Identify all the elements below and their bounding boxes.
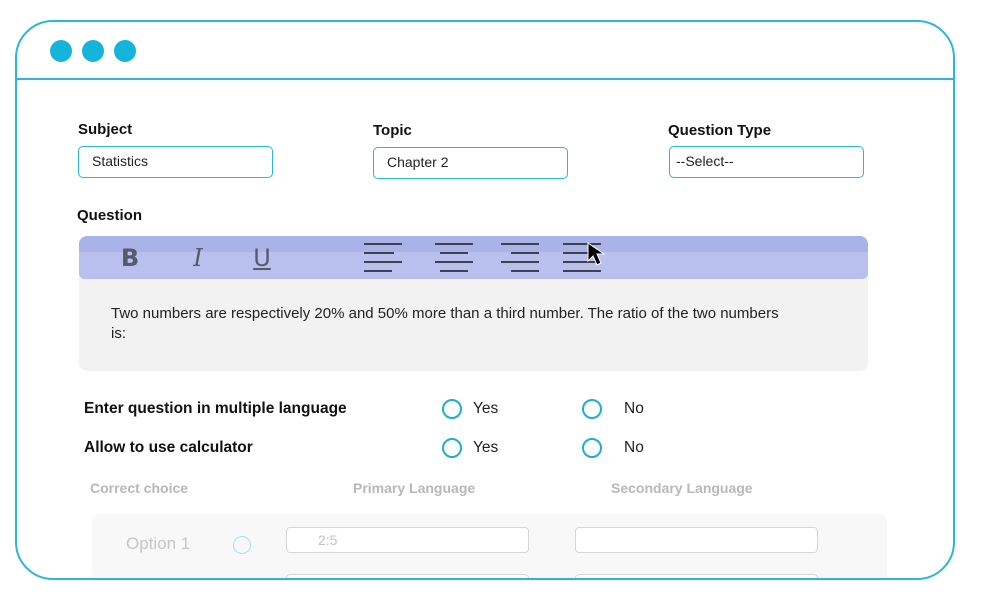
option-2-correct-radio[interactable] (233, 578, 251, 580)
option-1-secondary-input[interactable] (575, 527, 818, 553)
window-dot-icon[interactable] (82, 40, 104, 62)
calculator-label: Allow to use calculator (84, 439, 253, 456)
calculator-no-label: No (624, 439, 644, 456)
italic-button[interactable]: I (187, 236, 209, 279)
window-titlebar (17, 22, 953, 80)
subject-input[interactable]: Statistics (78, 146, 273, 178)
multi-language-yes-label: Yes (473, 400, 499, 417)
question-type-label: Question Type (668, 122, 772, 139)
mouse-cursor-icon (587, 242, 606, 266)
browser-window: Subject Statistics Topic Chapter 2 Quest… (15, 20, 955, 580)
option-1-label: Option 1 (126, 534, 191, 553)
align-left-icon[interactable] (364, 236, 404, 279)
question-type-select[interactable]: --Select-- (669, 146, 864, 178)
align-right-icon[interactable] (499, 236, 539, 279)
window-dot-icon[interactable] (50, 40, 72, 62)
calculator-yes-radio[interactable] (442, 438, 462, 458)
option-2-secondary-input[interactable] (575, 574, 818, 578)
multi-language-label: Enter question in multiple language (84, 400, 347, 417)
editor-toolbar: B I U (79, 236, 868, 279)
primary-language-header: Primary Language (353, 480, 476, 496)
option-1-primary-input[interactable]: 2:5 (286, 527, 529, 553)
multi-language-no-label: No (624, 400, 644, 417)
multi-language-yes-radio[interactable] (442, 399, 462, 419)
secondary-language-header: Secondary Language (611, 480, 753, 496)
align-center-icon[interactable] (434, 236, 474, 279)
option-2-primary-input[interactable] (286, 574, 529, 578)
window-dot-icon[interactable] (114, 40, 136, 62)
multi-language-no-radio[interactable] (582, 399, 602, 419)
correct-choice-header: Correct choice (90, 480, 189, 496)
topic-label: Topic (373, 122, 412, 139)
subject-label: Subject (78, 121, 133, 138)
question-label: Question (77, 207, 143, 224)
calculator-no-radio[interactable] (582, 438, 602, 458)
calculator-yes-label: Yes (473, 439, 499, 456)
bold-button[interactable]: B (117, 236, 143, 279)
question-text[interactable]: Two numbers are respectively 20% and 50%… (111, 304, 791, 344)
option-1-correct-radio[interactable] (233, 536, 251, 554)
underline-button[interactable]: U (249, 236, 275, 279)
topic-input[interactable]: Chapter 2 (373, 147, 568, 179)
